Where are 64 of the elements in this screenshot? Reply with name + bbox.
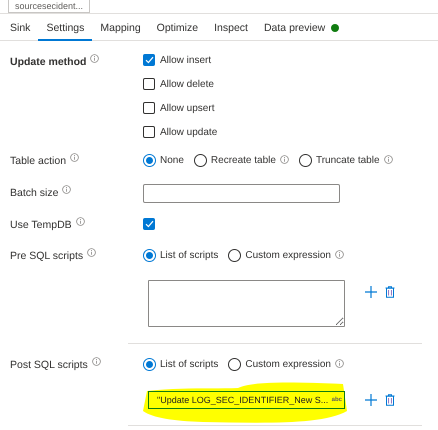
checkbox-option[interactable]: Allow delete [143, 75, 438, 93]
radio-option[interactable]: Recreate table [194, 154, 289, 166]
radio-button[interactable] [228, 248, 242, 262]
batch-size-field[interactable] [143, 184, 340, 203]
option-label: None [160, 154, 184, 166]
radio-button[interactable] [143, 154, 156, 166]
radio-option[interactable]: List of scripts [143, 358, 218, 370]
option-label: Custom expression [245, 250, 331, 260]
option-label: List of scripts [160, 358, 218, 370]
info-icon[interactable] [90, 54, 100, 63]
radio-button[interactable] [298, 154, 312, 166]
setting-label: Update method [10, 56, 86, 68]
add-icon[interactable] [365, 286, 377, 298]
radio-button[interactable] [194, 154, 207, 166]
info-icon[interactable] [334, 250, 344, 258]
radio-option[interactable]: Custom expression [228, 248, 344, 262]
option-label: Custom expression [245, 358, 331, 370]
tab[interactable]: Mapping [92, 17, 149, 41]
option-label: Allow update [160, 126, 218, 138]
info-icon[interactable] [334, 358, 344, 368]
checkbox[interactable] [143, 218, 155, 230]
setting-label: Post SQL scripts [10, 359, 88, 371]
option-label: Allow upsert [160, 102, 214, 114]
setting-label: Pre SQL scripts [10, 250, 84, 262]
tab[interactable]: Data preview [256, 17, 348, 41]
tab[interactable]: Sink [2, 17, 38, 41]
option-label: Allow delete [160, 78, 214, 90]
checkbox[interactable] [143, 102, 155, 114]
radio-option[interactable]: None [143, 154, 184, 166]
radio-option[interactable]: Truncate table [298, 154, 393, 166]
option-label: Recreate table [210, 154, 276, 166]
delete-icon[interactable] [385, 394, 395, 406]
info-icon[interactable] [280, 154, 289, 164]
radio-button[interactable] [143, 248, 156, 262]
radio-button[interactable] [143, 358, 156, 370]
checkbox[interactable] [143, 126, 155, 138]
checkbox-option[interactable]: Allow insert [143, 51, 438, 69]
checkbox[interactable] [143, 78, 155, 90]
info-icon[interactable] [70, 153, 80, 162]
file-tab[interactable]: sourcesecident... [8, 0, 90, 13]
checkbox[interactable] [143, 54, 155, 66]
setting-label: Table action [10, 155, 66, 167]
radio-button[interactable] [228, 358, 242, 370]
option-label: List of scripts [160, 250, 218, 260]
info-icon[interactable] [62, 185, 72, 194]
info-icon[interactable] [76, 217, 85, 226]
field-value: "Update LOG_SEC_IDENTIFIER_New S... [157, 395, 328, 405]
tab[interactable]: Inspect [206, 17, 256, 41]
radio-option[interactable]: List of scripts [143, 248, 218, 262]
add-icon[interactable] [365, 394, 377, 406]
tab[interactable]: Settings [38, 17, 92, 41]
delete-icon[interactable] [385, 286, 395, 298]
setting-label: Batch size [10, 187, 58, 199]
script-field[interactable] [148, 280, 345, 327]
checkbox-option[interactable]: Allow upsert [143, 99, 438, 117]
checkbox-option[interactable]: Allow update [143, 123, 438, 141]
info-icon[interactable] [87, 248, 96, 257]
info-icon[interactable] [92, 357, 101, 366]
tab[interactable]: Optimize [148, 17, 206, 41]
option-label: Allow insert [160, 54, 212, 66]
option-label: Truncate table [316, 154, 380, 166]
radio-option[interactable]: Custom expression [228, 358, 344, 370]
info-icon[interactable] [384, 154, 393, 164]
setting-label: Use TempDB [10, 219, 72, 231]
